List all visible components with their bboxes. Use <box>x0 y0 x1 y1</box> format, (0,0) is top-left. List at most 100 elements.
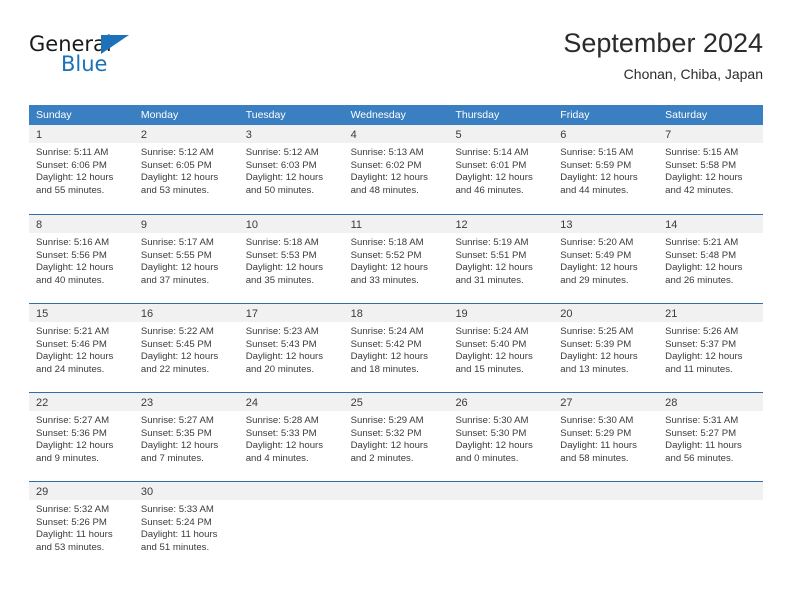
calendar-day-cell[interactable]: 14 Sunrise: 5:21 AM Sunset: 5:48 PM Dayligh… <box>658 215 764 303</box>
day-number-band: 4 <box>343 125 449 143</box>
calendar-day-cell[interactable]: 2 Sunrise: 5:12 AM Sunset: 6:05 PM Daylight… <box>133 125 239 214</box>
sunrise-text: Sunrise: 5:22 AM <box>140 326 214 337</box>
daylight-text-line2: and 44 minutes. <box>560 184 629 196</box>
calendar-day-cell[interactable]: 4 Sunrise: 5:13 AM Sunset: 6:02 PM Daylight… <box>343 125 449 214</box>
daylight-text-line2: and 13 minutes. <box>560 363 629 375</box>
sunrise-text: Sunrise: 5:14 AM <box>455 147 529 158</box>
calendar-day-cell[interactable]: 16 Sunrise: 5:22 AM Sunset: 5:45 PM Dayligh… <box>133 304 239 392</box>
calendar-day-cell[interactable]: 3 Sunrise: 5:12 AM Sunset: 6:03 PM Daylight… <box>238 125 344 214</box>
calendar-day-cell[interactable]: 11 Sunrise: 5:18 AM Sunset: 5:52 PM Dayligh… <box>343 215 449 303</box>
daylight-text-line1: Daylight: 12 hours <box>665 262 743 274</box>
brand-logo[interactable]: General Blue <box>29 32 209 88</box>
day-details: Sunrise: 5:32 AM Sunset: 5:26 PM Daylight:… <box>29 500 134 554</box>
sunset-text: Sunset: 5:27 PM <box>665 427 737 439</box>
calendar-day-cell[interactable]: 6 Sunrise: 5:15 AM Sunset: 5:59 PM Daylight… <box>553 125 659 214</box>
daylight-text-line2: and 20 minutes. <box>245 363 314 375</box>
day-details: Sunrise: 5:29 AM Sunset: 5:32 PM Daylight:… <box>344 411 449 465</box>
day-number-band: 2 <box>133 125 239 143</box>
day-details <box>658 500 763 504</box>
day-details: Sunrise: 5:26 AM Sunset: 5:37 PM Daylight:… <box>658 322 763 376</box>
day-number: 16 <box>140 308 154 320</box>
calendar-day-cell[interactable]: 27 Sunrise: 5:30 AM Sunset: 5:29 PM Dayligh… <box>553 393 659 481</box>
calendar-day-cell[interactable]: 17 Sunrise: 5:23 AM Sunset: 5:43 PM Dayligh… <box>238 304 344 392</box>
daylight-text-line1: Daylight: 12 hours <box>245 351 324 363</box>
sunrise-text: Sunrise: 5:27 AM <box>140 415 214 426</box>
day-number-band <box>448 482 554 500</box>
calendar-day-cell[interactable]: 30 Sunrise: 5:33 AM Sunset: 5:24 PM Dayligh… <box>133 482 239 570</box>
daylight-text-line1: Daylight: 12 hours <box>350 172 428 184</box>
daylight-text-line1: Daylight: 12 hours <box>665 351 743 363</box>
day-number: 22 <box>36 397 49 409</box>
calendar-day-cell[interactable]: 21 Sunrise: 5:26 AM Sunset: 5:37 PM Dayligh… <box>658 304 764 392</box>
day-details: Sunrise: 5:11 AM Sunset: 6:06 PM Daylight:… <box>29 143 134 197</box>
day-number-band: 21 <box>658 304 764 322</box>
day-number-band: 10 <box>238 215 344 233</box>
daylight-text-line1: Daylight: 11 hours <box>140 529 218 541</box>
sunset-text: Sunset: 5:48 PM <box>665 249 737 261</box>
day-number-band: 30 <box>133 482 239 500</box>
daylight-text-line2: and 40 minutes. <box>36 274 105 286</box>
calendar-day-cell[interactable]: 26 Sunrise: 5:30 AM Sunset: 5:30 PM Dayligh… <box>448 393 554 481</box>
calendar-day-cell[interactable]: 5 Sunrise: 5:14 AM Sunset: 6:01 PM Daylight… <box>448 125 554 214</box>
day-number-band <box>343 482 449 500</box>
calendar-day-cell[interactable]: 20 Sunrise: 5:25 AM Sunset: 5:39 PM Dayligh… <box>553 304 659 392</box>
calendar-day-cell[interactable]: 1 Sunrise: 5:11 AM Sunset: 6:06 PM Daylight… <box>29 125 134 214</box>
calendar-day-cell[interactable]: 13 Sunrise: 5:20 AM Sunset: 5:49 PM Dayligh… <box>553 215 659 303</box>
day-number-band <box>553 482 659 500</box>
day-number: 3 <box>245 129 252 141</box>
daylight-text-line1: Daylight: 12 hours <box>245 172 324 184</box>
calendar-day-cell-empty <box>343 482 449 570</box>
day-number-band: 8 <box>29 215 134 233</box>
day-details: Sunrise: 5:24 AM Sunset: 5:40 PM Daylight:… <box>448 322 553 376</box>
day-number-band: 18 <box>343 304 449 322</box>
page-title: September 2024 <box>563 28 763 58</box>
calendar-day-cell[interactable]: 12 Sunrise: 5:19 AM Sunset: 5:51 PM Dayligh… <box>448 215 554 303</box>
daylight-text-line2: and 48 minutes. <box>350 184 419 196</box>
daylight-text-line2: and 42 minutes. <box>665 184 734 196</box>
day-details: Sunrise: 5:17 AM Sunset: 5:55 PM Daylight:… <box>134 233 239 287</box>
daylight-text-line2: and 31 minutes. <box>455 274 524 286</box>
calendar-day-cell[interactable]: 22 Sunrise: 5:27 AM Sunset: 5:36 PM Dayligh… <box>29 393 134 481</box>
day-number-band: 22 <box>29 393 134 411</box>
sunset-text: Sunset: 5:49 PM <box>560 249 632 261</box>
sunrise-text: Sunrise: 5:32 AM <box>36 504 110 515</box>
sunset-text: Sunset: 5:46 PM <box>36 338 107 350</box>
weekday-header-tuesday: Tuesday <box>245 109 286 121</box>
daylight-text-line1: Daylight: 12 hours <box>36 172 114 184</box>
calendar-week-row: 1 Sunrise: 5:11 AM Sunset: 6:06 PM Daylight… <box>29 125 764 214</box>
calendar-day-cell[interactable]: 23 Sunrise: 5:27 AM Sunset: 5:35 PM Dayligh… <box>133 393 239 481</box>
day-number: 30 <box>140 486 154 498</box>
sunset-text: Sunset: 5:53 PM <box>245 249 317 261</box>
sunrise-text: Sunrise: 5:18 AM <box>245 237 319 248</box>
calendar-week-row: 8 Sunrise: 5:16 AM Sunset: 5:56 PM Daylight… <box>29 214 764 303</box>
calendar-day-cell[interactable]: 24 Sunrise: 5:28 AM Sunset: 5:33 PM Dayligh… <box>238 393 344 481</box>
daylight-text-line2: and 22 minutes. <box>140 363 210 375</box>
daylight-text-line1: Daylight: 12 hours <box>455 351 533 363</box>
day-details: Sunrise: 5:20 AM Sunset: 5:49 PM Daylight:… <box>553 233 658 287</box>
sunrise-text: Sunrise: 5:12 AM <box>245 147 319 158</box>
calendar-day-cell[interactable]: 10 Sunrise: 5:18 AM Sunset: 5:53 PM Dayligh… <box>238 215 344 303</box>
day-number: 6 <box>560 129 567 141</box>
logo-text-blue: Blue <box>61 52 108 76</box>
calendar-day-cell[interactable]: 19 Sunrise: 5:24 AM Sunset: 5:40 PM Dayligh… <box>448 304 554 392</box>
calendar-day-cell[interactable]: 7 Sunrise: 5:15 AM Sunset: 5:58 PM Daylight… <box>658 125 764 214</box>
calendar-day-cell[interactable]: 25 Sunrise: 5:29 AM Sunset: 5:32 PM Dayligh… <box>343 393 449 481</box>
day-details: Sunrise: 5:13 AM Sunset: 6:02 PM Daylight:… <box>344 143 449 197</box>
calendar-day-cell[interactable]: 15 Sunrise: 5:21 AM Sunset: 5:46 PM Dayligh… <box>29 304 134 392</box>
daylight-text-line1: Daylight: 12 hours <box>245 440 324 452</box>
sunset-text: Sunset: 5:26 PM <box>36 516 107 528</box>
calendar-day-cell[interactable]: 9 Sunrise: 5:17 AM Sunset: 5:55 PM Daylight… <box>133 215 239 303</box>
daylight-text-line2: and 33 minutes. <box>350 274 419 286</box>
calendar-day-cell[interactable]: 29 Sunrise: 5:32 AM Sunset: 5:26 PM Dayligh… <box>29 482 134 570</box>
sunrise-text: Sunrise: 5:31 AM <box>665 415 739 426</box>
calendar-day-cell[interactable]: 8 Sunrise: 5:16 AM Sunset: 5:56 PM Daylight… <box>29 215 134 303</box>
day-details: Sunrise: 5:27 AM Sunset: 5:35 PM Daylight:… <box>134 411 239 465</box>
day-details: Sunrise: 5:18 AM Sunset: 5:53 PM Daylight:… <box>239 233 344 287</box>
day-number-band: 13 <box>553 215 659 233</box>
daylight-text-line2: and 24 minutes. <box>36 363 105 375</box>
calendar-day-cell[interactable]: 18 Sunrise: 5:24 AM Sunset: 5:42 PM Dayligh… <box>343 304 449 392</box>
calendar-grid: Sunday Monday Tuesday Wednesday Thursday… <box>29 105 764 570</box>
sunrise-text: Sunrise: 5:27 AM <box>36 415 110 426</box>
calendar-day-cell-empty <box>448 482 554 570</box>
calendar-day-cell[interactable]: 28 Sunrise: 5:31 AM Sunset: 5:27 PM Dayligh… <box>658 393 764 481</box>
